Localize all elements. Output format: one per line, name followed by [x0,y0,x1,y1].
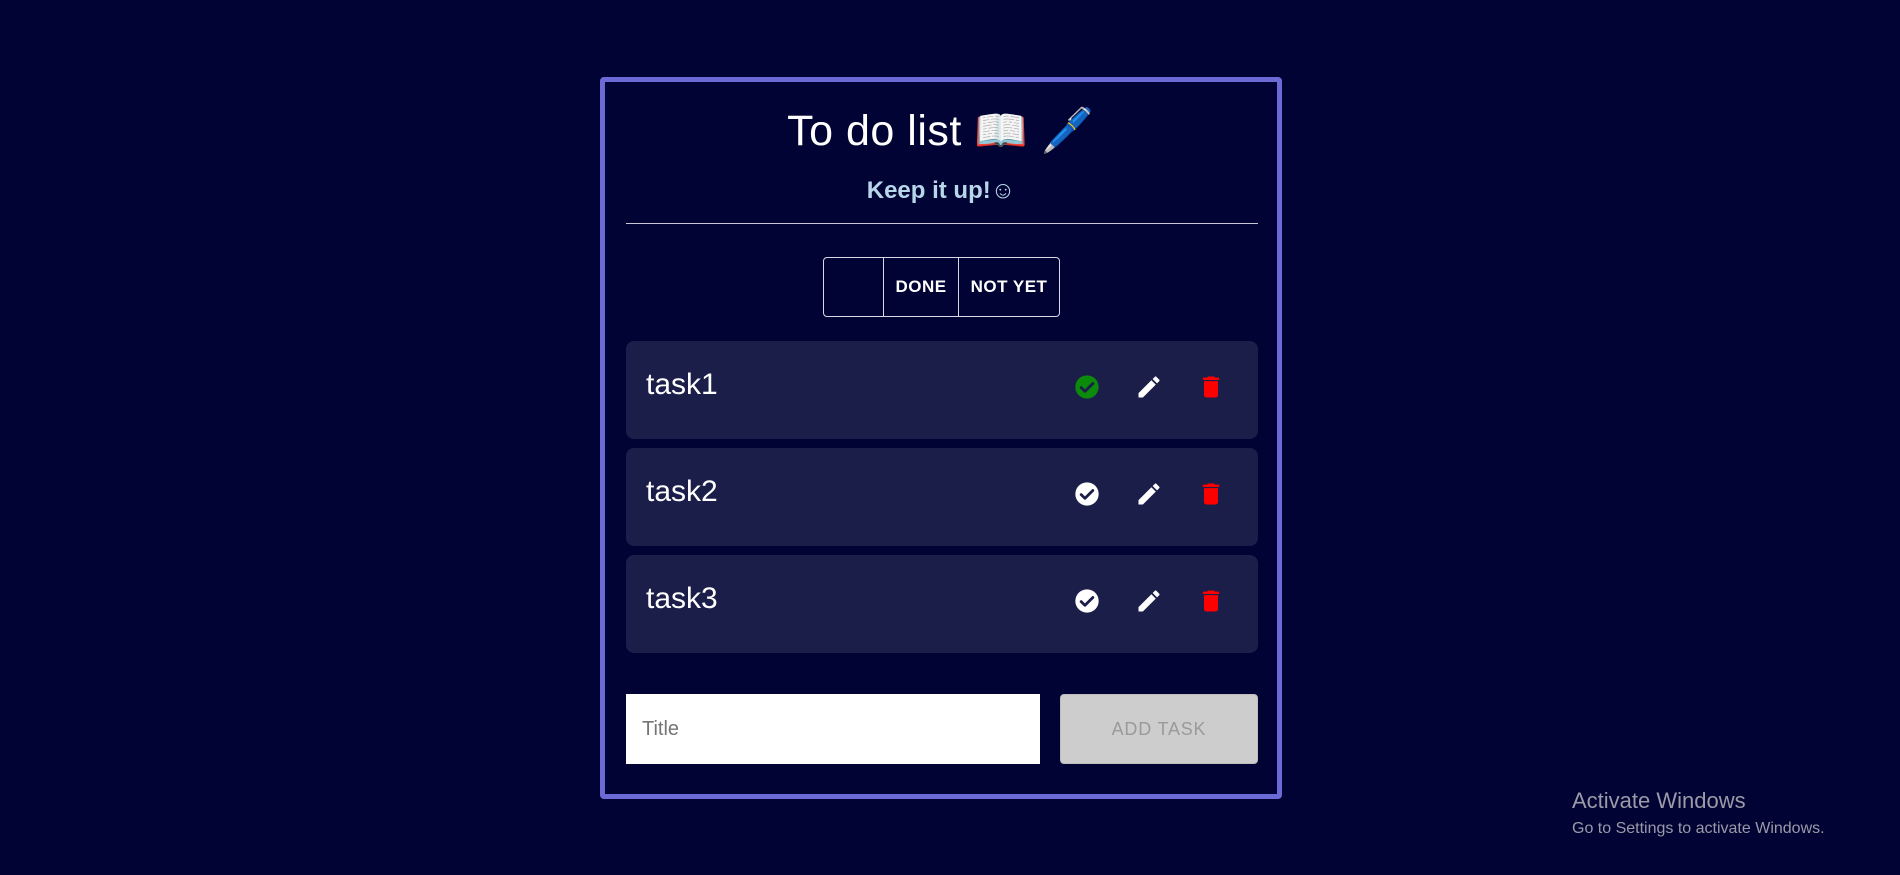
page-title: To do list 📖 🖊️ [787,107,1095,155]
task-title-input[interactable] [626,694,1040,764]
filter-all-button[interactable]: ALL [824,258,883,316]
pencil-icon[interactable] [1133,585,1165,617]
task-item: task3 [626,555,1258,653]
watermark-title: Activate Windows [1572,788,1746,813]
trash-icon[interactable] [1195,371,1227,403]
task-item: task1 [626,341,1258,439]
todo-card: To do list 📖 🖊️ Keep it up!☺ ALL DONE NO… [600,77,1282,799]
page-subtitle: Keep it up!☺ [866,177,1016,204]
task-title: task3 [646,582,718,615]
trash-icon[interactable] [1195,478,1227,510]
task-list: task1 task2 task3 [626,341,1258,662]
filter-not-yet-button[interactable]: NOT YET [958,258,1059,316]
windows-activation-watermark: Activate Windows Go to Settings to activ… [1572,788,1825,838]
check-circle-icon[interactable] [1071,478,1103,510]
divider [626,223,1258,224]
task-item: task2 [626,448,1258,546]
add-task-button[interactable]: ADD TASK [1060,694,1258,764]
filter-done-button[interactable]: DONE [883,258,958,316]
pencil-icon[interactable] [1133,478,1165,510]
trash-icon[interactable] [1195,585,1227,617]
task-title: task1 [646,368,718,401]
check-circle-icon[interactable] [1071,585,1103,617]
watermark-subtitle: Go to Settings to activate Windows. [1572,820,1825,837]
pencil-icon[interactable] [1133,371,1165,403]
check-circle-icon[interactable] [1071,371,1103,403]
filter-toggle-group: ALL DONE NOT YET [823,257,1060,317]
task-title: task2 [646,475,718,508]
